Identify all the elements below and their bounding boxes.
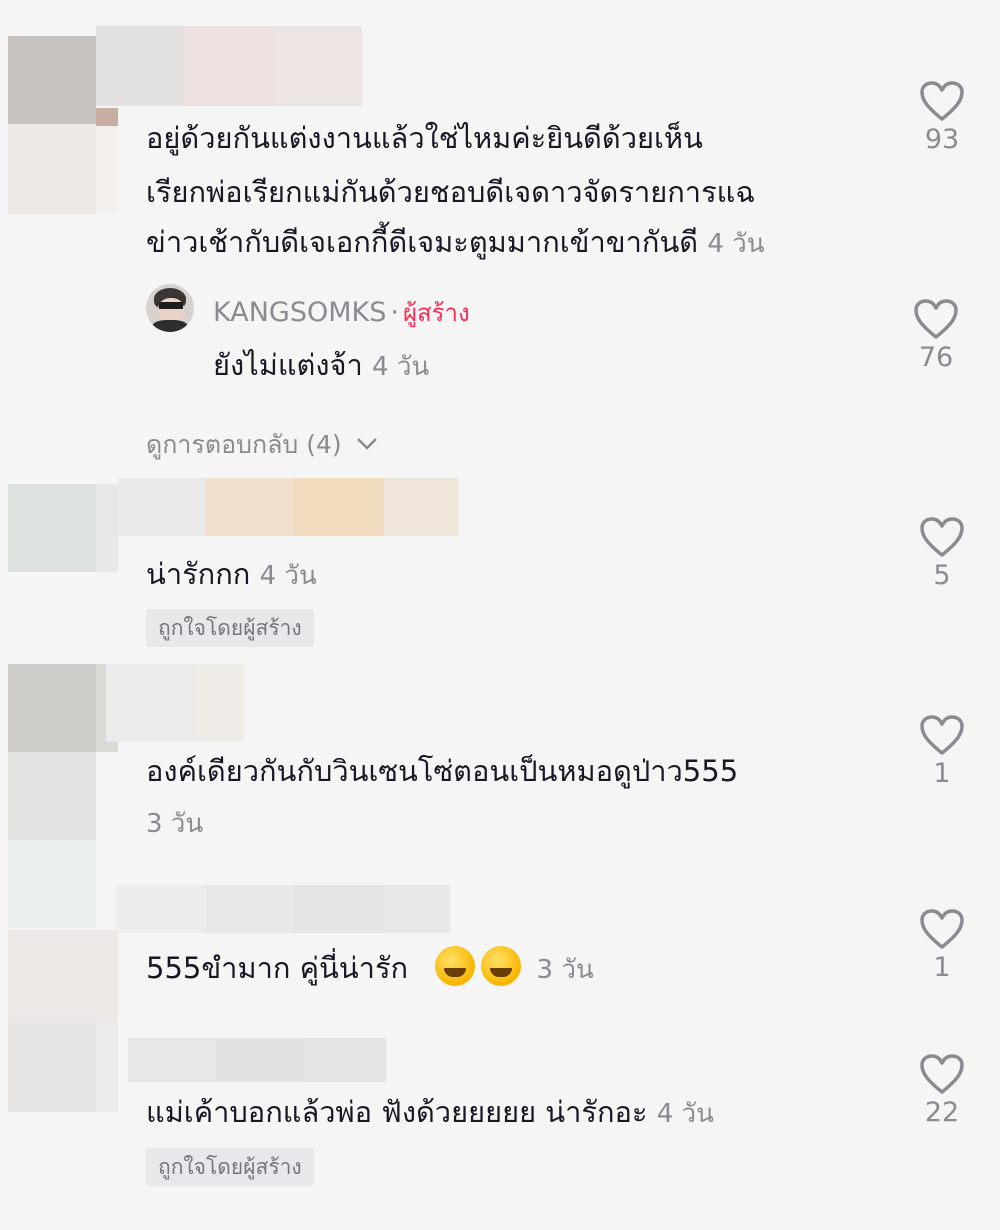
- chevron-down-icon: [356, 438, 377, 450]
- reply-author[interactable]: KANGSOMKS: [213, 297, 386, 328]
- view-replies-button[interactable]: ดูการตอบกลับ (4): [146, 425, 378, 465]
- like-count: 1: [933, 758, 951, 789]
- comment-time: 4 วัน: [259, 561, 317, 591]
- heart-icon: [914, 299, 958, 339]
- comment-text-line: น่ารักกก 4 วัน: [146, 547, 317, 603]
- like-button[interactable]: 76: [906, 298, 966, 373]
- comment-text: แม่เค้าบอกแล้วพ่อ ฟังด้วยยยยย น่ารักอะ: [146, 1095, 648, 1129]
- creator-label: ผู้สร้าง: [402, 299, 470, 327]
- comment-text-last-line: ข่าวเช้ากับดีเจเอกกี้ดีเจมะตูมมากเข้าขาก…: [146, 215, 765, 271]
- heart-icon: [920, 715, 964, 755]
- laughing-emoji-icon: [481, 946, 522, 986]
- like-count: 1: [933, 952, 951, 983]
- like-button[interactable]: 5: [912, 516, 972, 591]
- heart-icon: [920, 517, 964, 557]
- like-count: 22: [924, 1097, 960, 1128]
- comment-text: น่ารักกก: [146, 557, 251, 591]
- liked-by-creator-badge: ถูกใจโดยผู้สร้าง: [146, 609, 314, 647]
- heart-icon: [920, 909, 964, 949]
- reply-author-line: KANGSOMKS · ผู้สร้าง: [213, 293, 470, 332]
- view-replies-label: ดูการตอบกลับ (4): [146, 430, 342, 459]
- like-count: 76: [918, 342, 954, 373]
- like-count: 5: [933, 560, 951, 591]
- reply-text-line: ยังไม่แต่งจ้า 4 วัน: [213, 338, 429, 394]
- comment-text: องค์เดียวกันกับวินเซนโซ่ตอนเป็นหมอดูป่าว…: [146, 754, 739, 788]
- comment-time: 4 วัน: [707, 229, 765, 259]
- like-button[interactable]: 93: [912, 80, 972, 155]
- heart-icon: [920, 1054, 964, 1094]
- emoji-group: [435, 946, 536, 986]
- comment-time: 3 วัน: [536, 955, 594, 985]
- comment-text: 555ขำมาก คู่นี่น่ารัก: [146, 951, 409, 985]
- like-button[interactable]: 1: [912, 908, 972, 983]
- heart-icon: [920, 81, 964, 121]
- laughing-emoji-icon: [435, 946, 476, 986]
- comment-text: ข่าวเช้ากับดีเจเอกกี้ดีเจมะตูมมากเข้าขาก…: [146, 225, 699, 259]
- comment-text-line: แม่เค้าบอกแล้วพ่อ ฟังด้วยยยยย น่ารักอะ 4…: [146, 1085, 714, 1141]
- reply-text: ยังไม่แต่งจ้า: [213, 348, 363, 382]
- like-button[interactable]: 1: [912, 714, 972, 789]
- comment-text-line: เรียกพ่อเรียกแม่กันด้วยชอบดีเจดาวจัดรายก…: [146, 175, 756, 209]
- like-button[interactable]: 22: [912, 1053, 972, 1128]
- reply-time: 4 วัน: [372, 352, 430, 382]
- liked-by-creator-badge: ถูกใจโดยผู้สร้าง: [146, 1148, 314, 1186]
- creator-avatar[interactable]: [146, 284, 194, 332]
- separator-dot: ·: [390, 297, 399, 328]
- comment-text-line: 555ขำมาก คู่นี่น่ารัก 3 วัน: [146, 941, 594, 997]
- like-count: 93: [924, 124, 960, 155]
- comment-time: 3 วัน: [146, 809, 204, 839]
- comment-time: 4 วัน: [656, 1099, 714, 1129]
- comment-text-line: อยู่ด้วยกันแต่งงานแล้วใช่ไหมค่ะยินดีด้วย…: [146, 121, 703, 155]
